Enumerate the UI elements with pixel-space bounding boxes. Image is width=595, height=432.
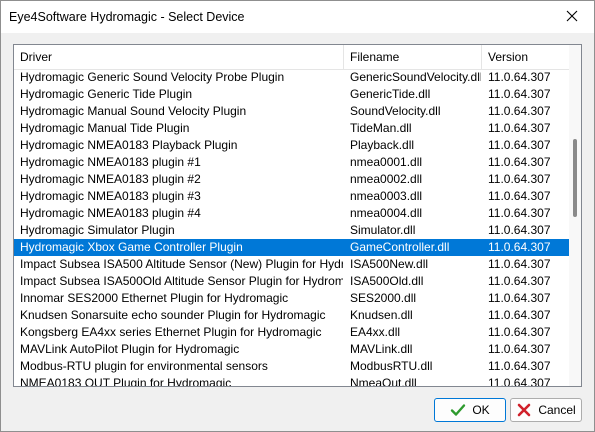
- driver-cell: Hydromagic Simulator Plugin: [20, 223, 175, 237]
- driver-cell: Hydromagic NMEA0183 Playback Plugin: [20, 138, 238, 152]
- version-cell: 11.0.64.307: [488, 274, 551, 288]
- version-cell: 11.0.64.307: [488, 240, 551, 254]
- filename-cell: TideMan.dll: [350, 121, 412, 135]
- list-item[interactable]: Hydromagic NMEA0183 plugin #3 nmea0003.dl…: [14, 188, 570, 205]
- version-cell: 11.0.64.307: [488, 138, 551, 152]
- filename-cell: GenericTide.dll: [350, 87, 431, 101]
- filename-cell: GenericSoundVelocity.dll: [350, 70, 481, 84]
- driver-cell: Hydromagic Generic Sound Velocity Probe …: [20, 70, 285, 84]
- column-header-version[interactable]: Version: [482, 45, 570, 69]
- driver-cell: Impact Subsea ISA500Old Altitude Sensor …: [20, 274, 343, 288]
- driver-cell: Knudsen Sonarsuite echo sounder Plugin f…: [20, 308, 326, 322]
- driver-cell: Hydromagic NMEA0183 plugin #1: [20, 155, 201, 169]
- close-icon: [566, 10, 578, 25]
- x-icon: [516, 402, 532, 418]
- filename-cell: nmea0002.dll: [350, 172, 423, 186]
- list-rows: Hydromagic Generic Sound Velocity Probe …: [14, 69, 570, 387]
- version-cell: 11.0.64.307: [488, 70, 551, 84]
- filename-cell: ISA500New.dll: [350, 257, 429, 271]
- list-item[interactable]: Modbus-RTU plugin for environmental sens…: [14, 358, 570, 375]
- select-device-dialog: Eye4Software Hydromagic - Select Device …: [0, 0, 595, 432]
- version-cell: 11.0.64.307: [488, 257, 551, 271]
- version-cell: 11.0.64.307: [488, 172, 551, 186]
- ok-button[interactable]: OK: [434, 398, 506, 422]
- list-item[interactable]: Hydromagic NMEA0183 plugin #1 nmea0001.dl…: [14, 154, 570, 171]
- version-cell: 11.0.64.307: [488, 376, 551, 387]
- filename-cell: MAVLink.dll: [350, 342, 413, 356]
- cancel-label: Cancel: [538, 403, 576, 417]
- check-icon: [450, 402, 466, 418]
- list-item[interactable]: Hydromagic Xbox Game Controller Plugin Ga…: [14, 239, 570, 256]
- window-title: Eye4Software Hydromagic - Select Device: [9, 10, 245, 24]
- filename-cell: GameController.dll: [350, 240, 450, 254]
- driver-cell: Hydromagic Xbox Game Controller Plugin: [20, 240, 243, 254]
- version-cell: 11.0.64.307: [488, 342, 551, 356]
- filename-cell: nmea0001.dll: [350, 155, 423, 169]
- version-cell: 11.0.64.307: [488, 223, 551, 237]
- list-item[interactable]: Hydromagic Generic Tide Plugin GenericTid…: [14, 86, 570, 103]
- list-item[interactable]: Impact Subsea ISA500Old Altitude Sensor …: [14, 273, 570, 290]
- version-cell: 11.0.64.307: [488, 121, 551, 135]
- vertical-scrollbar[interactable]: [569, 45, 581, 386]
- driver-cell: Hydromagic NMEA0183 plugin #4: [20, 206, 201, 220]
- version-cell: 11.0.64.307: [488, 359, 551, 373]
- ok-label: OK: [472, 403, 490, 417]
- list-item[interactable]: Hydromagic Manual Tide Plugin TideMan.dll…: [14, 120, 570, 137]
- list-item[interactable]: Kongsberg EA4xx series Ethernet Plugin f…: [14, 324, 570, 341]
- column-header-filename[interactable]: Filename: [344, 45, 481, 69]
- list-item[interactable]: Hydromagic Generic Sound Velocity Probe …: [14, 69, 570, 86]
- driver-cell: MAVLink AutoPilot Plugin for Hydromagic: [20, 342, 240, 356]
- list-item[interactable]: Hydromagic NMEA0183 plugin #2 nmea0002.dl…: [14, 171, 570, 188]
- filename-cell: nmea0004.dll: [350, 206, 423, 220]
- filename-cell: ISA500Old.dll: [350, 274, 424, 288]
- filename-cell: Knudsen.dll: [350, 308, 413, 322]
- filename-cell: nmea0003.dll: [350, 189, 423, 203]
- filename-cell: Playback.dll: [350, 138, 415, 152]
- list-item[interactable]: Hydromagic Simulator Plugin Simulator.dll…: [14, 222, 570, 239]
- driver-cell: Hydromagic Manual Sound Velocity Plugin: [20, 104, 247, 118]
- driver-cell: Hydromagic NMEA0183 plugin #2: [20, 172, 201, 186]
- list-item[interactable]: Innomar SES2000 Ethernet Plugin for Hydr…: [14, 290, 570, 307]
- device-list[interactable]: Driver Filename Version Hydromagic Gener…: [13, 44, 582, 387]
- version-cell: 11.0.64.307: [488, 189, 551, 203]
- cancel-button[interactable]: Cancel: [510, 398, 582, 422]
- filename-cell: SoundVelocity.dll: [350, 104, 441, 118]
- list-header: Driver Filename Version: [14, 45, 570, 70]
- list-item[interactable]: Hydromagic NMEA0183 Playback Plugin Playb…: [14, 137, 570, 154]
- close-button[interactable]: [550, 1, 594, 33]
- scrollbar-thumb[interactable]: [573, 139, 577, 217]
- version-cell: 11.0.64.307: [488, 325, 551, 339]
- version-cell: 11.0.64.307: [488, 206, 551, 220]
- driver-cell: Hydromagic NMEA0183 plugin #3: [20, 189, 201, 203]
- driver-cell: NMEA0183 OUT Plugin for Hydromagic: [20, 376, 232, 387]
- list-item[interactable]: Knudsen Sonarsuite echo sounder Plugin f…: [14, 307, 570, 324]
- version-cell: 11.0.64.307: [488, 104, 551, 118]
- column-header-driver[interactable]: Driver: [14, 45, 343, 69]
- title-bar[interactable]: Eye4Software Hydromagic - Select Device: [1, 1, 594, 33]
- list-item[interactable]: NMEA0183 OUT Plugin for Hydromagic NmeaOu…: [14, 375, 570, 387]
- filename-cell: SES2000.dll: [350, 291, 417, 305]
- driver-cell: Kongsberg EA4xx series Ethernet Plugin f…: [20, 325, 322, 339]
- driver-cell: Innomar SES2000 Ethernet Plugin for Hydr…: [20, 291, 289, 305]
- version-cell: 11.0.64.307: [488, 87, 551, 101]
- driver-cell: Impact Subsea ISA500 Altitude Sensor (Ne…: [20, 257, 343, 271]
- filename-cell: EA4xx.dll: [350, 325, 401, 339]
- driver-cell: Hydromagic Generic Tide Plugin: [20, 87, 193, 101]
- filename-cell: ModbusRTU.dll: [350, 359, 433, 373]
- driver-cell: Hydromagic Manual Tide Plugin: [20, 121, 190, 135]
- list-item[interactable]: MAVLink AutoPilot Plugin for Hydromagic M…: [14, 341, 570, 358]
- list-item[interactable]: Hydromagic NMEA0183 plugin #4 nmea0004.dl…: [14, 205, 570, 222]
- version-cell: 11.0.64.307: [488, 291, 551, 305]
- version-cell: 11.0.64.307: [488, 308, 551, 322]
- filename-cell: Simulator.dll: [350, 223, 416, 237]
- driver-cell: Modbus-RTU plugin for environmental sens…: [20, 359, 268, 373]
- version-cell: 11.0.64.307: [488, 155, 551, 169]
- filename-cell: NmeaOut.dll: [350, 376, 417, 387]
- list-item[interactable]: Impact Subsea ISA500 Altitude Sensor (Ne…: [14, 256, 570, 273]
- list-item[interactable]: Hydromagic Manual Sound Velocity Plugin S…: [14, 103, 570, 120]
